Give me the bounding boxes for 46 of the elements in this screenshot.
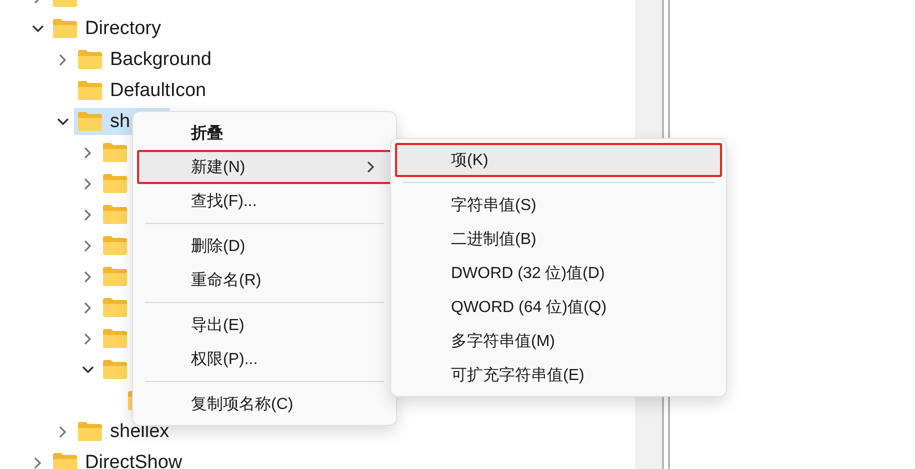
- tree-item[interactable]: Background: [74, 46, 214, 73]
- chevron-down-icon[interactable]: [31, 24, 45, 34]
- chevron-right-icon[interactable]: [83, 332, 93, 346]
- folder-icon: [77, 49, 103, 70]
- folder-icon: [52, 452, 78, 469]
- folder-icon: [102, 204, 128, 225]
- menu-item[interactable]: 复制项名称(C): [137, 387, 392, 421]
- folder-icon: [102, 359, 128, 380]
- folder-icon: [52, 18, 78, 39]
- chevron-right-icon[interactable]: [83, 238, 93, 252]
- menu-item[interactable]: 二进制值(B): [395, 222, 722, 256]
- menu-item[interactable]: 新建(N): [137, 150, 392, 184]
- chevron-down-icon[interactable]: [56, 116, 70, 126]
- folder-icon: [102, 297, 128, 318]
- folder-icon: [77, 80, 103, 101]
- menu-item[interactable]: QWORD (64 位)值(Q): [395, 290, 722, 324]
- tree-item[interactable]: Directory: [49, 15, 164, 42]
- menu-item[interactable]: 权限(P)...: [137, 342, 392, 376]
- chevron-right-icon[interactable]: [83, 176, 93, 190]
- tree-item[interactable]: DefaultIcon: [74, 77, 210, 104]
- menu-item[interactable]: DWORD (32 位)值(D): [395, 256, 722, 290]
- tree-item[interactable]: shellex: [74, 418, 172, 445]
- chevron-right-icon[interactable]: [83, 208, 93, 222]
- menu-item[interactable]: 可扩充字符串值(E): [395, 358, 722, 392]
- chevron-right-icon[interactable]: [83, 300, 93, 314]
- menu-item[interactable]: 删除(D): [137, 229, 392, 263]
- tree-item[interactable]: DirectShow: [49, 449, 186, 469]
- menu-item[interactable]: 重命名(R): [137, 263, 392, 297]
- folder-icon: [102, 235, 128, 256]
- folder-icon: [102, 328, 128, 349]
- folder-icon: [102, 266, 128, 287]
- folder-icon: [102, 142, 128, 163]
- folder-icon: [77, 421, 103, 442]
- folder-icon: [102, 173, 128, 194]
- chevron-right-icon[interactable]: [33, 456, 43, 469]
- chevron-right-icon[interactable]: [83, 146, 93, 160]
- menu-item[interactable]: 多字符串值(M): [395, 324, 722, 358]
- chevron-right-icon[interactable]: [83, 270, 93, 284]
- menu-item[interactable]: 字符串值(S): [395, 188, 722, 222]
- menu-item[interactable]: 项(K): [395, 143, 722, 177]
- chevron-down-icon[interactable]: [81, 364, 95, 374]
- menu-item[interactable]: 导出(E): [137, 308, 392, 342]
- menu-item[interactable]: 查找(F)...: [137, 184, 392, 218]
- chevron-right-icon[interactable]: [58, 424, 68, 438]
- chevron-right-icon[interactable]: [58, 52, 68, 66]
- folder-icon: [77, 111, 103, 132]
